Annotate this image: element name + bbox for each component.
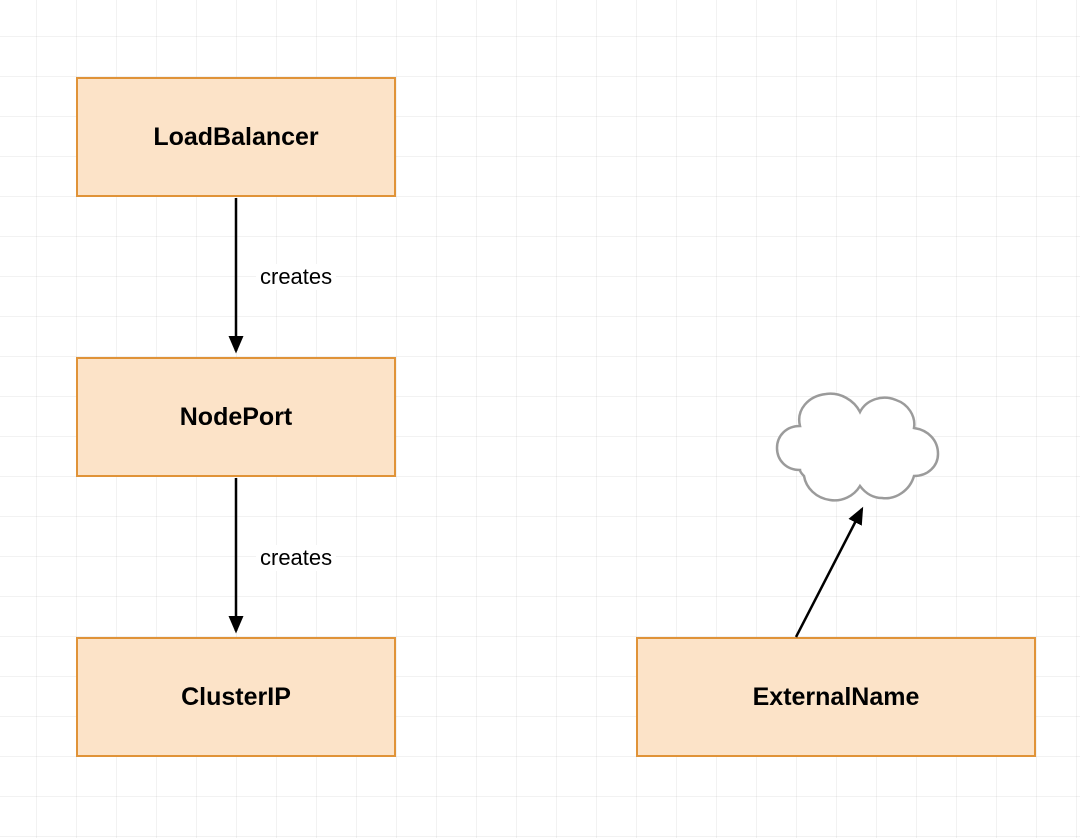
edge-lb-nodeport-label: creates [256, 264, 336, 290]
node-loadbalancer-label: LoadBalancer [153, 123, 318, 152]
node-nodeport-label: NodePort [180, 403, 293, 432]
node-externalname-label: ExternalName [753, 683, 920, 712]
node-externalname: ExternalName [636, 637, 1036, 757]
node-clusterip: ClusterIP [76, 637, 396, 757]
edge-externalname-cloud [796, 509, 862, 637]
cloud-icon [777, 394, 938, 501]
edge-nodeport-clusterip-label: creates [256, 545, 336, 571]
diagram-canvas: LoadBalancer NodePort ClusterIP External… [0, 0, 1080, 838]
node-loadbalancer: LoadBalancer [76, 77, 396, 197]
node-nodeport: NodePort [76, 357, 396, 477]
node-clusterip-label: ClusterIP [181, 683, 291, 712]
